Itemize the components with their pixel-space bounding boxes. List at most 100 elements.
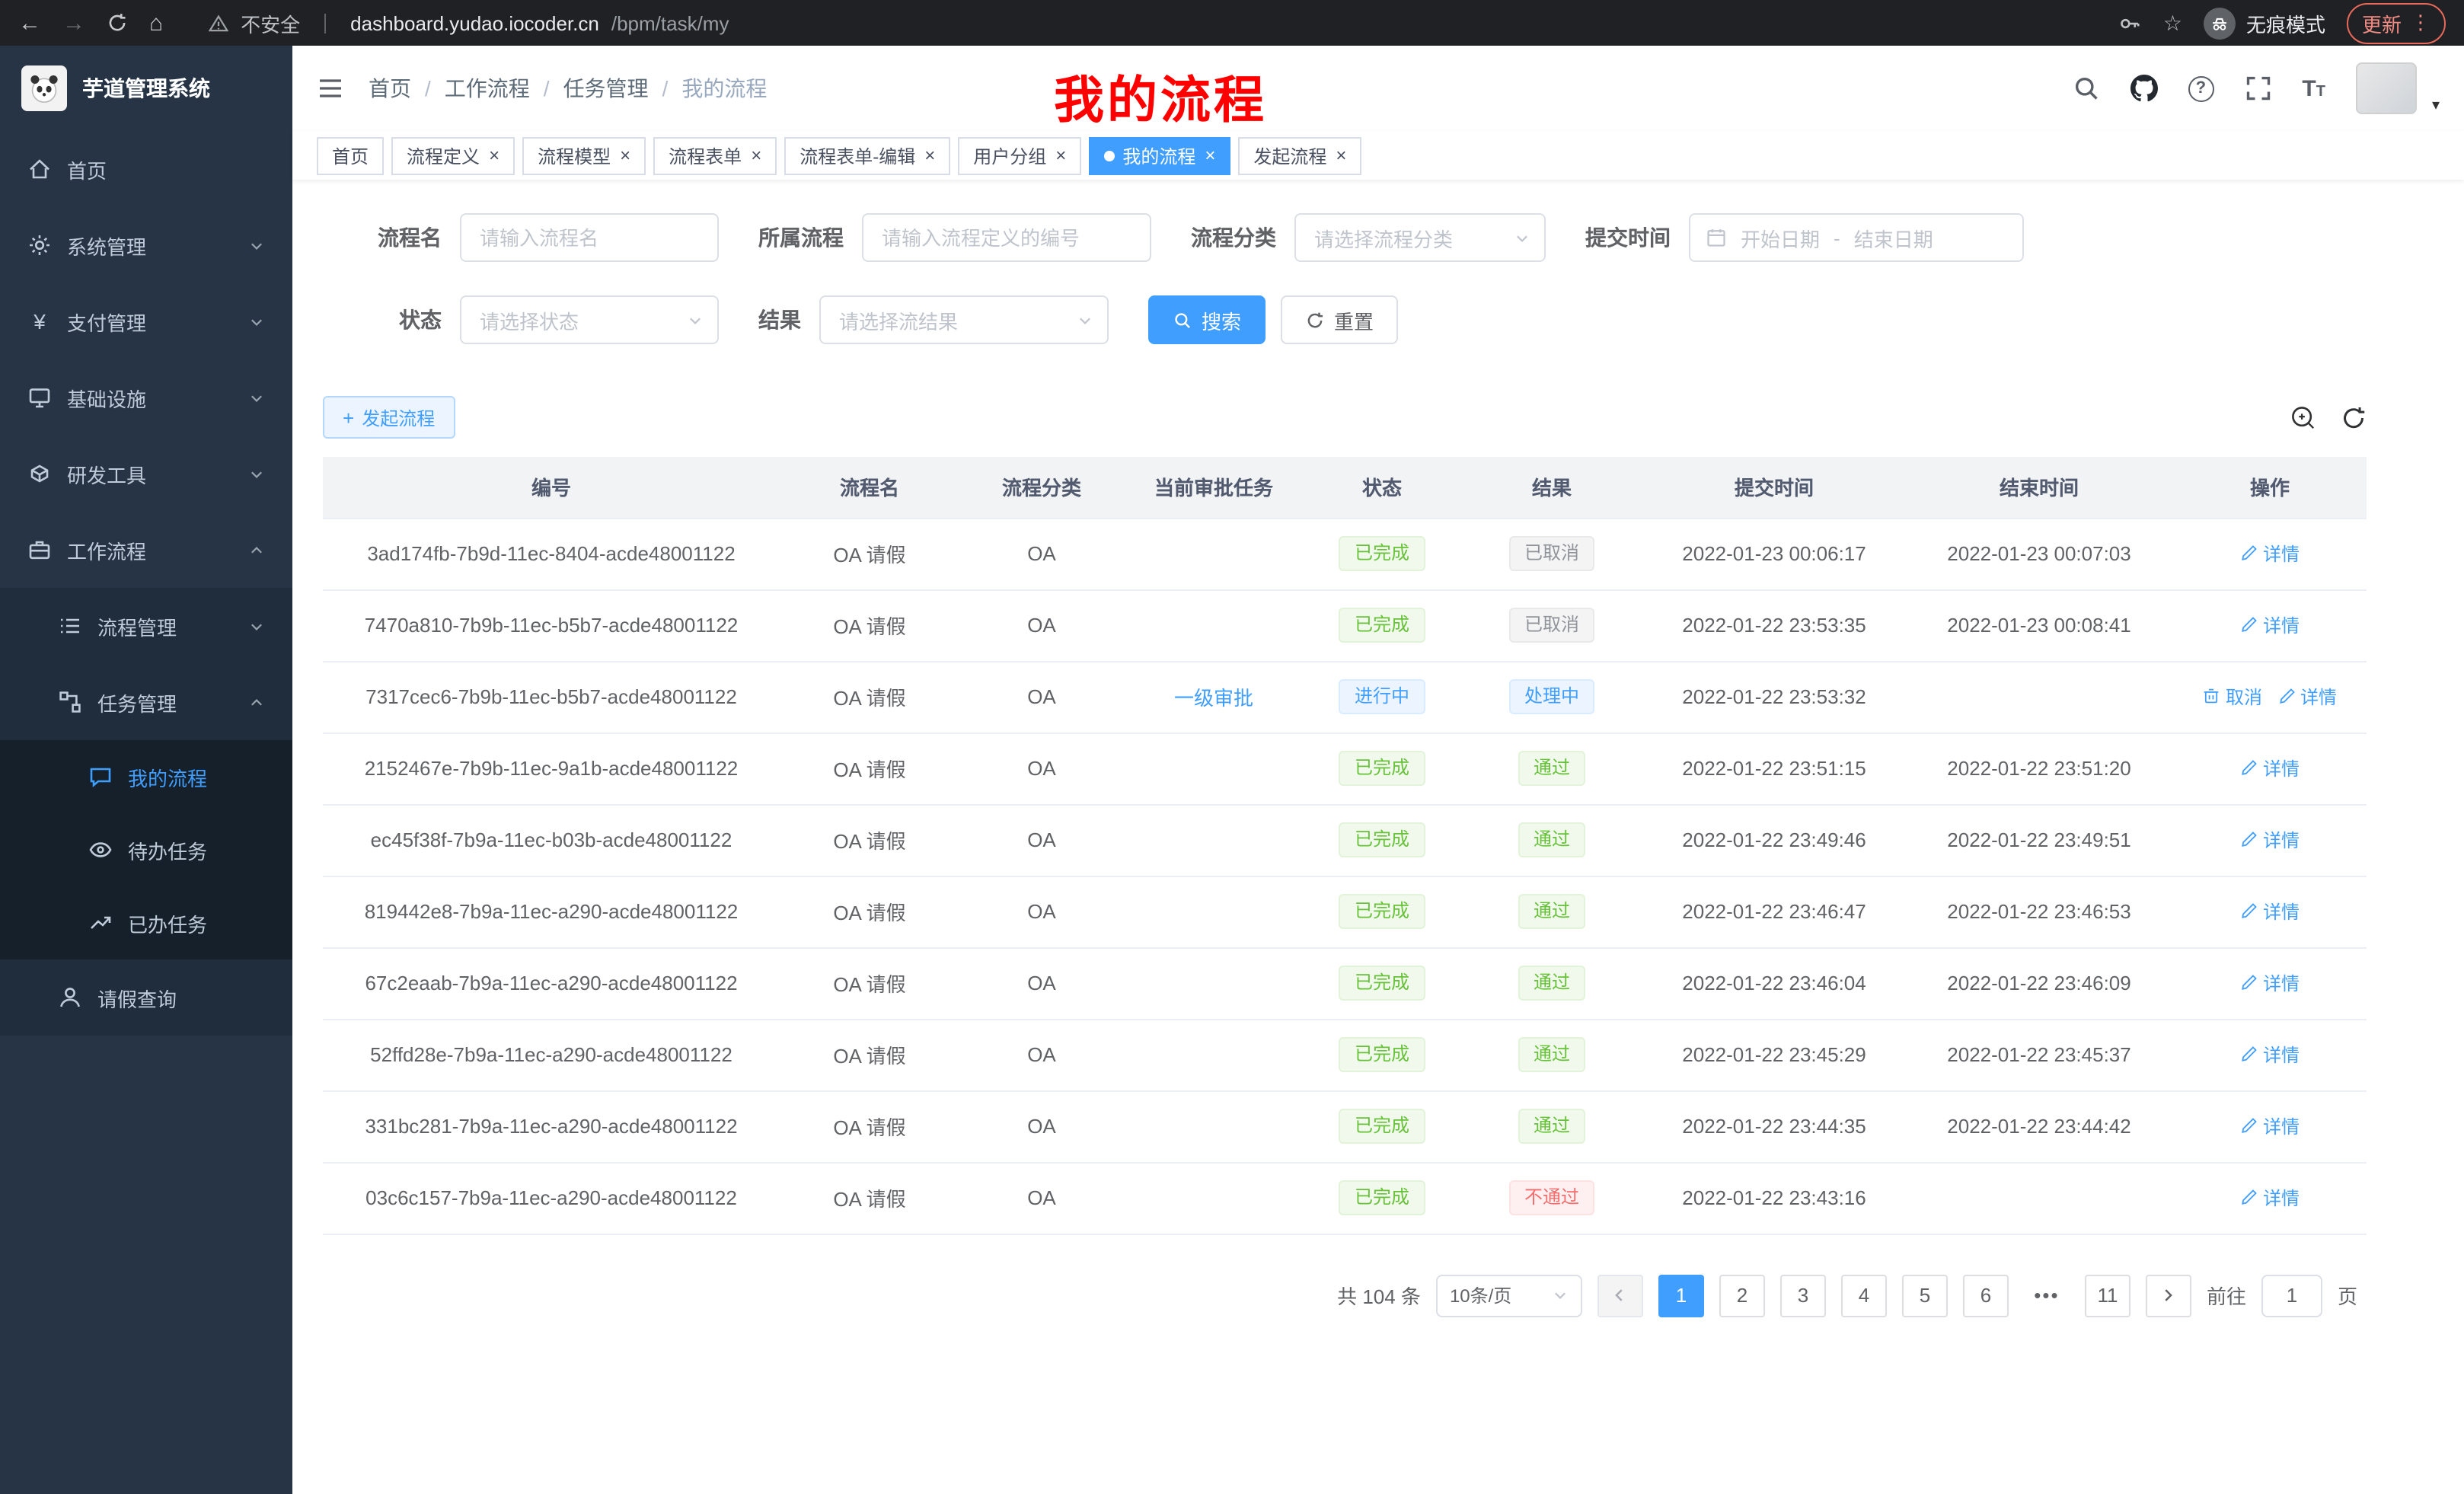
tab-发起流程[interactable]: 发起流程× (1238, 136, 1361, 174)
tab-close-icon[interactable]: × (1336, 146, 1346, 164)
table-row: 331bc281-7b9a-11ec-a290-acde48001122OA 请… (323, 1090, 2367, 1162)
date-end[interactable]: 结束日期 (1854, 223, 1933, 252)
cell-name: OA 请假 (780, 518, 959, 589)
pager-page-2[interactable]: 2 (1719, 1274, 1765, 1317)
tab-流程定义[interactable]: 流程定义× (391, 136, 515, 174)
page-size-select[interactable]: 10条/页 (1436, 1274, 1582, 1317)
goto-page-input[interactable] (2261, 1274, 2322, 1317)
cell-name: OA 请假 (780, 947, 959, 1019)
sidebar-item-process-mgmt[interactable]: 流程管理 (0, 588, 292, 664)
cancel-link[interactable]: 取消 (2203, 684, 2262, 710)
detail-link[interactable]: 详情 (2240, 1113, 2300, 1139)
tab-我的流程[interactable]: 我的流程× (1089, 136, 1230, 174)
fullscreen-icon[interactable] (2244, 75, 2271, 102)
plus-icon: + (343, 407, 354, 427)
tab-close-icon[interactable]: × (620, 146, 630, 164)
task-submenu: 我的流程 待办任务 已办任务 (0, 740, 292, 959)
address-bar[interactable]: 不安全 dashboard.yudao.iocoder.cn/bpm/task/… (184, 8, 2182, 37)
status-tag: 已完成 (1339, 894, 1425, 929)
tab-用户分组[interactable]: 用户分组× (958, 136, 1081, 174)
tab-close-icon[interactable]: × (751, 146, 761, 164)
detail-link[interactable]: 详情 (2240, 1185, 2300, 1211)
help-icon[interactable]: ? (2188, 75, 2213, 101)
app-logo[interactable]: 芋道管理系统 (0, 46, 292, 131)
avatar-caret-icon[interactable]: ▾ (2432, 97, 2440, 114)
pager-page-3[interactable]: 3 (1780, 1274, 1826, 1317)
definition-input[interactable] (862, 213, 1151, 262)
sidebar-item-devtools[interactable]: 研发工具 (0, 436, 292, 512)
process-table: 编号流程名流程分类当前审批任务状态结果提交时间结束时间操作 3ad174fb-7… (292, 457, 2464, 1234)
sidebar-item-workflow[interactable]: 工作流程 (0, 512, 292, 588)
browser-back-button[interactable]: ← (18, 11, 41, 34)
sidebar-item-leave-query[interactable]: 请假查询 (0, 959, 292, 1036)
font-size-icon[interactable]: TT (2302, 75, 2325, 101)
browser-forward-button[interactable]: → (62, 11, 85, 34)
detail-link[interactable]: 详情 (2240, 970, 2300, 996)
browser-home-button[interactable]: ⌂ (149, 11, 163, 34)
tab-close-icon[interactable]: × (1055, 146, 1066, 164)
browser-update-button[interactable]: 更新 ⋮ (2347, 2, 2446, 43)
cell-status: 已完成 (1304, 876, 1460, 947)
incognito-indicator: 无痕模式 (2204, 7, 2325, 39)
detail-link[interactable]: 详情 (2277, 684, 2337, 710)
password-key-icon[interactable] (2119, 11, 2142, 34)
result-select[interactable]: 请选择流结果 (819, 295, 1109, 344)
date-start[interactable]: 开始日期 (1741, 223, 1820, 252)
tab-close-icon[interactable]: × (1205, 146, 1215, 164)
pager-next-button[interactable] (2146, 1274, 2191, 1317)
column-header: 操作 (2173, 457, 2367, 518)
search-icon[interactable] (2072, 75, 2099, 102)
tab-首页[interactable]: 首页 (317, 136, 384, 174)
detail-link[interactable]: 详情 (2240, 612, 2300, 638)
tab-close-icon[interactable]: × (489, 146, 500, 164)
tab-流程表单[interactable]: 流程表单× (653, 136, 777, 174)
pager-pages: 123456 ••• 11 (1658, 1274, 2130, 1317)
tab-流程模型[interactable]: 流程模型× (522, 136, 646, 174)
sidebar-item-my-process[interactable]: 我的流程 (0, 740, 292, 813)
detail-link[interactable]: 详情 (2240, 899, 2300, 924)
breadcrumb-item[interactable]: 首页 (369, 73, 411, 104)
sidebar-item-infra[interactable]: 基础设施 (0, 359, 292, 436)
detail-link[interactable]: 详情 (2240, 755, 2300, 781)
process-name-input[interactable] (460, 213, 719, 262)
pager-page-5[interactable]: 5 (1902, 1274, 1948, 1317)
pager-page-6[interactable]: 6 (1963, 1274, 2009, 1317)
sidebar-item-done-tasks[interactable]: 已办任务 (0, 886, 292, 959)
browser-reload-button[interactable] (107, 12, 128, 34)
show-search-icon[interactable] (2290, 404, 2316, 430)
pager-prev-button[interactable] (1597, 1274, 1643, 1317)
pager-more[interactable]: ••• (2024, 1274, 2070, 1317)
status-select[interactable]: 请选择状态 (460, 295, 719, 344)
github-icon[interactable] (2130, 75, 2157, 102)
avatar[interactable] (2356, 62, 2417, 114)
detail-link[interactable]: 详情 (2240, 541, 2300, 567)
filter-form: 流程名 所属流程 流程分类 请选择流程分类 (292, 180, 2464, 378)
date-range-picker[interactable]: 开始日期 - 结束日期 (1689, 213, 2024, 262)
tab-流程表单-编辑[interactable]: 流程表单-编辑× (784, 136, 950, 174)
pager-page-4[interactable]: 4 (1841, 1274, 1887, 1317)
pager-page-1[interactable]: 1 (1658, 1274, 1704, 1317)
detail-link[interactable]: 详情 (2240, 827, 2300, 853)
create-process-button[interactable]: + 发起流程 (323, 396, 455, 439)
sidebar-item-payment[interactable]: ¥ 支付管理 (0, 283, 292, 359)
browser-menu-icon[interactable]: ⋮ (2411, 11, 2430, 35)
sidebar-item-task-mgmt[interactable]: 任务管理 (0, 664, 292, 740)
bookmark-star-icon[interactable]: ☆ (2163, 10, 2182, 36)
status-tag: 通过 (1518, 822, 1585, 857)
refresh-table-icon[interactable] (2341, 404, 2367, 430)
current-task-link[interactable]: 一级审批 (1174, 687, 1253, 710)
sidebar-item-home[interactable]: 首页 (0, 131, 292, 207)
sidebar-item-todo-tasks[interactable]: 待办任务 (0, 813, 292, 886)
breadcrumb-item[interactable]: 任务管理 (563, 73, 649, 104)
search-button[interactable]: 搜索 (1148, 295, 1266, 344)
breadcrumb-item[interactable]: 工作流程 (445, 73, 530, 104)
detail-link[interactable]: 详情 (2240, 1042, 2300, 1068)
menu-toggle-icon[interactable] (317, 75, 344, 102)
sidebar-item-system[interactable]: 系统管理 (0, 207, 292, 283)
pager-page-11[interactable]: 11 (2085, 1274, 2130, 1317)
category-select[interactable]: 请选择流程分类 (1294, 213, 1546, 262)
cell-current-task (1124, 518, 1304, 589)
status-tag: 已完成 (1339, 536, 1425, 571)
tab-close-icon[interactable]: × (924, 146, 935, 164)
reset-button[interactable]: 重置 (1281, 295, 1398, 344)
